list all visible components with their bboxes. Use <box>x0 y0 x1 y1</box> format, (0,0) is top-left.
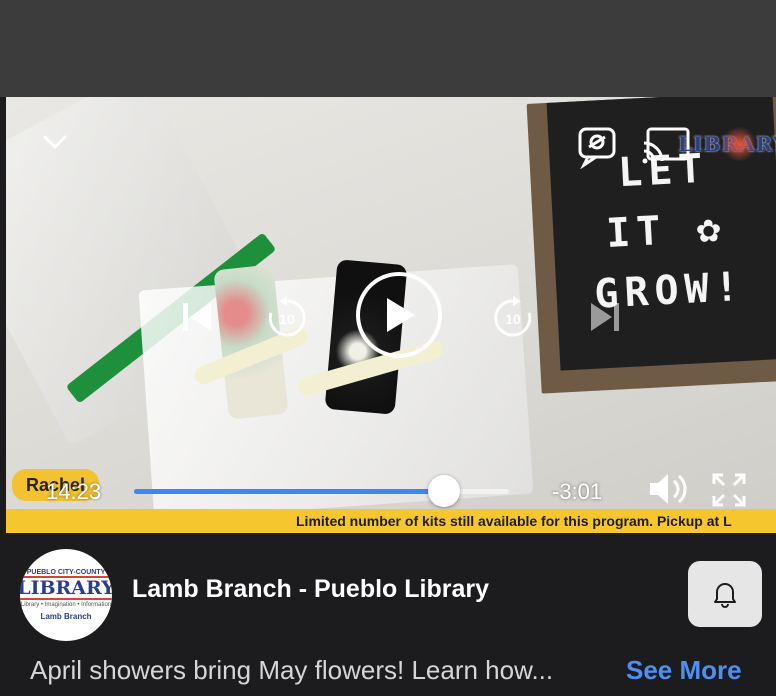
avatar-sub-text: Library • Imagination • Information <box>20 602 112 608</box>
avatar-top-text: PUEBLO CITY-COUNTY <box>26 569 106 576</box>
news-ticker: Limited number of kits still available f… <box>6 509 776 533</box>
skip-next-icon[interactable] <box>584 297 626 337</box>
volume-icon[interactable] <box>646 469 690 509</box>
chevron-down-icon[interactable] <box>40 127 70 157</box>
remaining-time: -3:01 <box>552 479 603 504</box>
bell-button[interactable] <box>688 561 762 627</box>
video-player[interactable]: LET IT ✿ GROW! LIBRARY <box>6 97 776 533</box>
status-area <box>0 0 776 97</box>
avatar-branch-text: Lamb Branch <box>40 612 92 621</box>
forward-10-icon[interactable]: 10 <box>490 295 536 341</box>
avatar[interactable]: PUEBLO CITY-COUNTY LIBRARY Library • Ima… <box>20 549 112 641</box>
rewind-10-icon[interactable]: 10 <box>264 295 310 341</box>
library-logo: LIBRARY <box>678 119 776 169</box>
logo-text: LIBRARY <box>678 132 776 156</box>
post-description: April showers bring May flowers! Learn h… <box>30 655 554 685</box>
play-button[interactable] <box>356 272 442 358</box>
progress-thumb[interactable] <box>427 475 460 507</box>
post-info: PUEBLO CITY-COUNTY LIBRARY Library • Ima… <box>0 533 776 696</box>
svg-text:10: 10 <box>279 311 295 327</box>
svg-text:10: 10 <box>505 311 521 327</box>
progress-bar[interactable] <box>134 475 509 507</box>
page-name[interactable]: Lamb Branch - Pueblo Library <box>132 575 489 604</box>
avatar-main-text: LIBRARY <box>20 576 112 600</box>
progress-fill <box>134 489 444 494</box>
captions-icon[interactable] <box>576 125 620 169</box>
fullscreen-icon[interactable] <box>710 471 748 509</box>
elapsed-time: 14:23 <box>46 479 102 504</box>
skip-previous-icon[interactable] <box>176 297 218 337</box>
bell-icon <box>714 583 736 608</box>
see-more-link[interactable]: See More <box>626 655 742 686</box>
board-line: IT ✿ <box>605 204 728 257</box>
